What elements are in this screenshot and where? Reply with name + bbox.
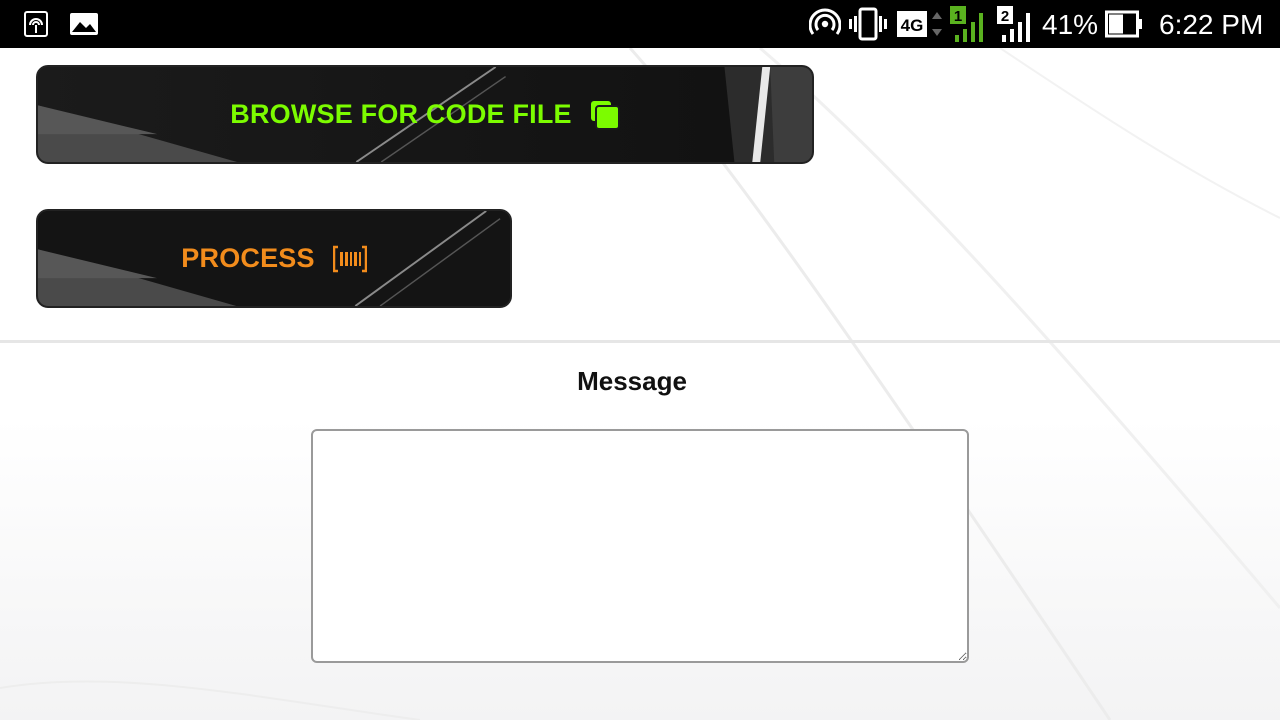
vibrate-icon (849, 0, 887, 48)
message-title: Message (577, 366, 687, 396)
gallery-icon (69, 0, 99, 48)
process-button[interactable]: PROCESS (36, 209, 512, 308)
sim1-label: 1 (954, 8, 962, 25)
network-4g-icon: 4G (897, 0, 945, 48)
browse-button-content: BROWSE FOR CODE FILE (38, 67, 812, 162)
copy-icon (590, 100, 620, 130)
hotspot-icon (24, 0, 48, 48)
wifi-hotspot-icon (809, 0, 841, 48)
section-divider (0, 340, 1280, 343)
barcode-icon (332, 245, 367, 273)
browse-button-label: BROWSE FOR CODE FILE (230, 99, 572, 129)
battery-icon (1105, 0, 1143, 48)
signal-sim2-icon: 2 (997, 0, 1037, 48)
message-textarea[interactable] (311, 429, 969, 663)
network-type-label: 4G (901, 16, 924, 35)
main-content: BROWSE FOR CODE FILE PROCESS Message (0, 48, 1280, 720)
process-button-content: PROCESS (38, 211, 510, 306)
battery-percent: 41% (1042, 9, 1099, 40)
sim2-label: 2 (1001, 8, 1009, 25)
status-bar: 4G 1 2 41% 6:22 PM (0, 0, 1280, 48)
process-button-label: PROCESS (181, 243, 315, 273)
clock: 6:22 PM (1159, 9, 1264, 40)
signal-sim1-icon: 1 (950, 0, 990, 48)
browse-code-file-button[interactable]: BROWSE FOR CODE FILE (36, 65, 814, 164)
